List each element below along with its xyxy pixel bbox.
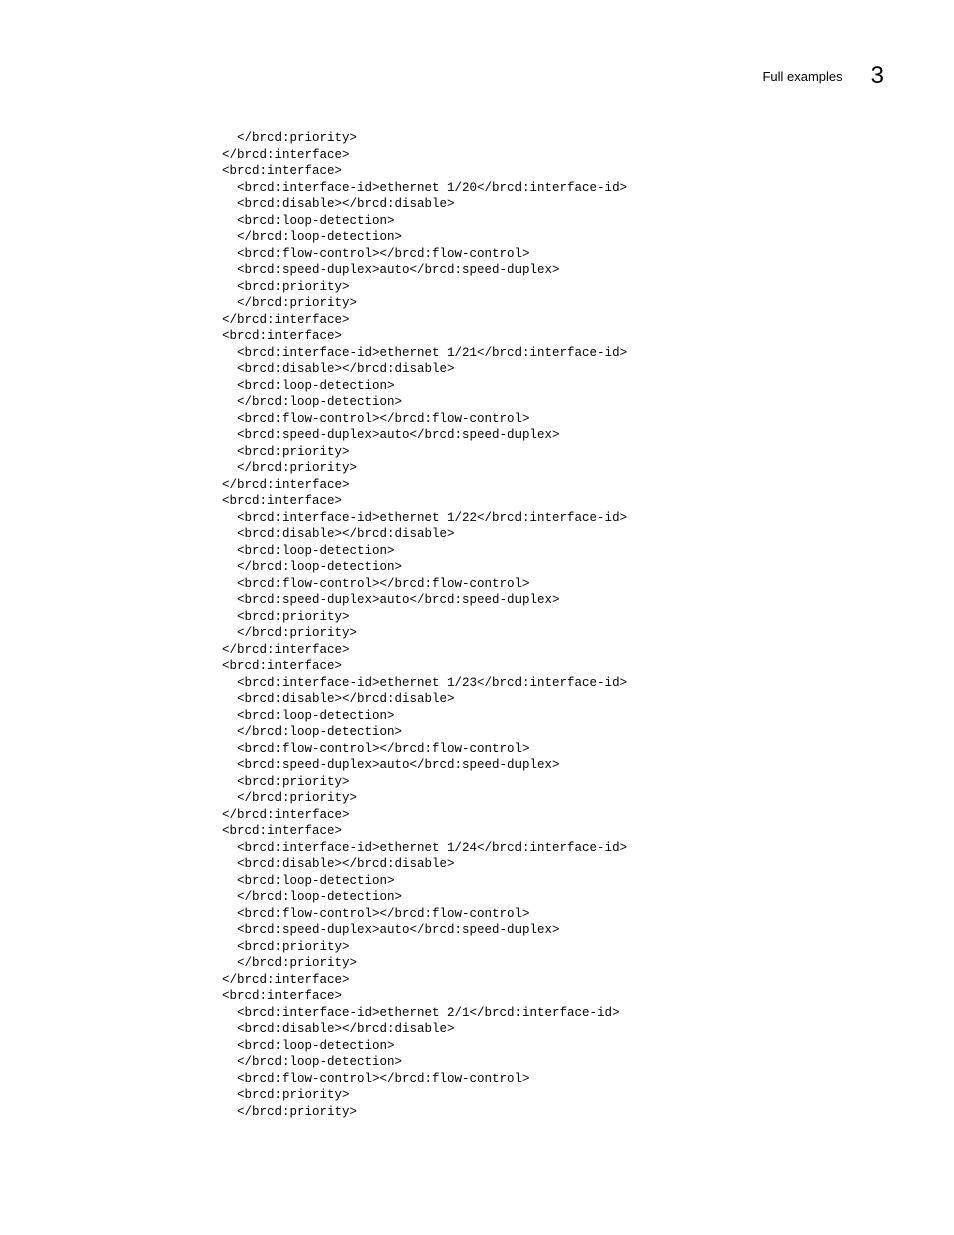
page-header: Full examples 3 bbox=[762, 62, 884, 90]
xml-code-block: </brcd:priority> </brcd:interface> <brcd… bbox=[222, 130, 627, 1120]
header-number: 3 bbox=[871, 62, 884, 90]
header-title: Full examples bbox=[762, 69, 842, 84]
